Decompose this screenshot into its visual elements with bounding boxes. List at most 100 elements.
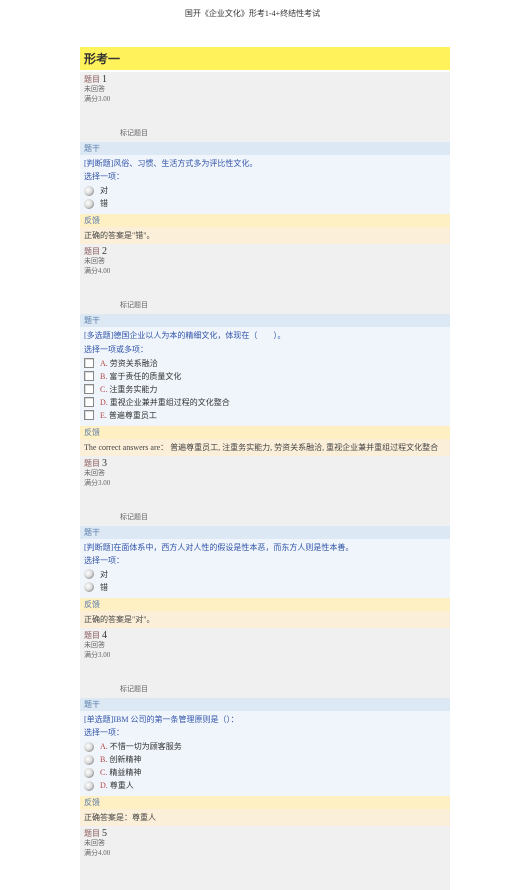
- question-number: 5: [102, 828, 107, 839]
- score: 满分4.00: [84, 266, 446, 276]
- answer: 正确的答案是"错"。: [80, 227, 450, 244]
- question-prefix: 题目: [84, 829, 100, 838]
- status: 未回答: [84, 257, 446, 266]
- feedback-label: 反馈: [80, 214, 450, 227]
- question-header: 题目 3 未回答 满分3.00: [80, 456, 450, 490]
- option-label: 对: [100, 569, 108, 580]
- question-text: [判断题]风俗、习惯、生活方式多为评比性文化。: [84, 158, 446, 169]
- question-number: 3: [102, 458, 107, 469]
- question-prefix: 题目: [84, 247, 100, 256]
- option-true: 对: [84, 184, 446, 197]
- stem-label: 题干: [80, 526, 450, 539]
- option-label: 对: [100, 185, 108, 196]
- status: 未回答: [84, 641, 446, 650]
- score: 满分3.00: [84, 478, 446, 488]
- flag-question[interactable]: 标记题目: [120, 300, 148, 310]
- spacer: 标记题目: [80, 490, 450, 526]
- radio-icon[interactable]: [84, 582, 94, 592]
- question-body: [判断题]在面体系中，西方人对人性的假设是性本恶，而东方人则是性本善。 选择一项…: [80, 539, 450, 598]
- checkbox-icon[interactable]: [84, 358, 94, 368]
- question-header: 题目 5 未回答 满分4.00: [80, 826, 450, 860]
- option-label: A.劳资关系融洽: [100, 358, 158, 369]
- checkbox-icon[interactable]: [84, 384, 94, 394]
- flag-question[interactable]: 标记题目: [120, 512, 148, 522]
- exam-title: 形考一: [80, 47, 450, 70]
- option-label: D.尊重人: [100, 780, 134, 791]
- spacer: 标记题目: [80, 662, 450, 698]
- radio-icon[interactable]: [84, 199, 94, 209]
- answer: 正确答案是：尊重人: [80, 809, 450, 826]
- status: 未回答: [84, 839, 446, 848]
- checkbox-icon[interactable]: [84, 410, 94, 420]
- flag-question[interactable]: 标记题目: [120, 128, 148, 138]
- radio-icon[interactable]: [84, 768, 94, 778]
- spacer: 标记题目: [80, 278, 450, 314]
- answer: The correct answers are： 普遍尊重员工, 注重务实能力,…: [80, 439, 450, 456]
- feedback-label: 反馈: [80, 796, 450, 809]
- question-header: 题目 2 未回答 满分4.00: [80, 244, 450, 278]
- question-body: [单选题]IBM 公司的第一条管理原则是（）： 选择一项： A.不惜一切为顾客服…: [80, 711, 450, 796]
- stem-label: 题干: [80, 314, 450, 327]
- option-a: A.不惜一切为顾客服务: [84, 740, 446, 753]
- select-hint: 选择一项：: [84, 555, 446, 566]
- radio-icon[interactable]: [84, 742, 94, 752]
- radio-icon[interactable]: [84, 569, 94, 579]
- option-label: B.富于责任的质量文化: [100, 371, 181, 382]
- answer: 正确的答案是"对"。: [80, 611, 450, 628]
- option-label: C.注重务实能力: [100, 384, 157, 395]
- score: 满分3.00: [84, 650, 446, 660]
- radio-icon[interactable]: [84, 781, 94, 791]
- feedback-label: 反馈: [80, 598, 450, 611]
- content: 形考一 题目 1 未回答 满分3.00 标记题目 题干 [判断题]风俗、习惯、生…: [80, 47, 450, 890]
- question-prefix: 题目: [84, 75, 100, 84]
- checkbox-icon[interactable]: [84, 397, 94, 407]
- question-prefix: 题目: [84, 631, 100, 640]
- stem-label: 题干: [80, 142, 450, 155]
- question-text: [单选题]IBM 公司的第一条管理原则是（）：: [84, 714, 446, 725]
- option-e: E.普遍尊重员工: [84, 409, 446, 422]
- spacer: [80, 860, 450, 890]
- option-c: C.注重务实能力: [84, 383, 446, 396]
- status: 未回答: [84, 469, 446, 478]
- option-d: D.重视企业兼并重组过程的文化整合: [84, 396, 446, 409]
- option-label: C.精益精神: [100, 767, 141, 778]
- option-label: 错: [100, 582, 108, 593]
- option-false: 错: [84, 581, 446, 594]
- option-b: B.富于责任的质量文化: [84, 370, 446, 383]
- checkbox-icon[interactable]: [84, 371, 94, 381]
- stem-label: 题干: [80, 698, 450, 711]
- option-c: C.精益精神: [84, 766, 446, 779]
- option-b: B.创新精神: [84, 753, 446, 766]
- option-label: E.普遍尊重员工: [100, 410, 157, 421]
- select-hint: 选择一项或多项：: [84, 344, 446, 355]
- status: 未回答: [84, 85, 446, 94]
- radio-icon[interactable]: [84, 186, 94, 196]
- question-prefix: 题目: [84, 459, 100, 468]
- option-d: D.尊重人: [84, 779, 446, 792]
- question-number: 4: [102, 630, 107, 641]
- question-number: 1: [102, 74, 107, 85]
- score: 满分3.00: [84, 94, 446, 104]
- option-label: A.不惜一切为顾客服务: [100, 741, 182, 752]
- page-header: 国开《企业文化》形考1-4+终结性考试: [0, 0, 505, 27]
- question-text: [判断题]在面体系中，西方人对人性的假设是性本恶，而东方人则是性本善。: [84, 542, 446, 553]
- option-a: A.劳资关系融洽: [84, 357, 446, 370]
- select-hint: 选择一项：: [84, 727, 446, 738]
- option-label: B.创新精神: [100, 754, 141, 765]
- option-false: 错: [84, 197, 446, 210]
- question-body: [判断题]风俗、习惯、生活方式多为评比性文化。 选择一项： 对 错: [80, 155, 450, 214]
- option-label: 错: [100, 198, 108, 209]
- question-text: [多选题]德国企业以人为本的精细文化，体现在（ ）。: [84, 330, 446, 341]
- select-hint: 选择一项：: [84, 171, 446, 182]
- feedback-label: 反馈: [80, 426, 450, 439]
- option-true: 对: [84, 568, 446, 581]
- radio-icon[interactable]: [84, 755, 94, 765]
- flag-question[interactable]: 标记题目: [120, 684, 148, 694]
- question-header: 题目 1 未回答 满分3.00: [80, 72, 450, 106]
- question-number: 2: [102, 246, 107, 257]
- spacer: 标记题目: [80, 106, 450, 142]
- score: 满分4.00: [84, 848, 446, 858]
- question-header: 题目 4 未回答 满分3.00: [80, 628, 450, 662]
- question-body: [多选题]德国企业以人为本的精细文化，体现在（ ）。 选择一项或多项： A.劳资…: [80, 327, 450, 425]
- option-label: D.重视企业兼并重组过程的文化整合: [100, 397, 230, 408]
